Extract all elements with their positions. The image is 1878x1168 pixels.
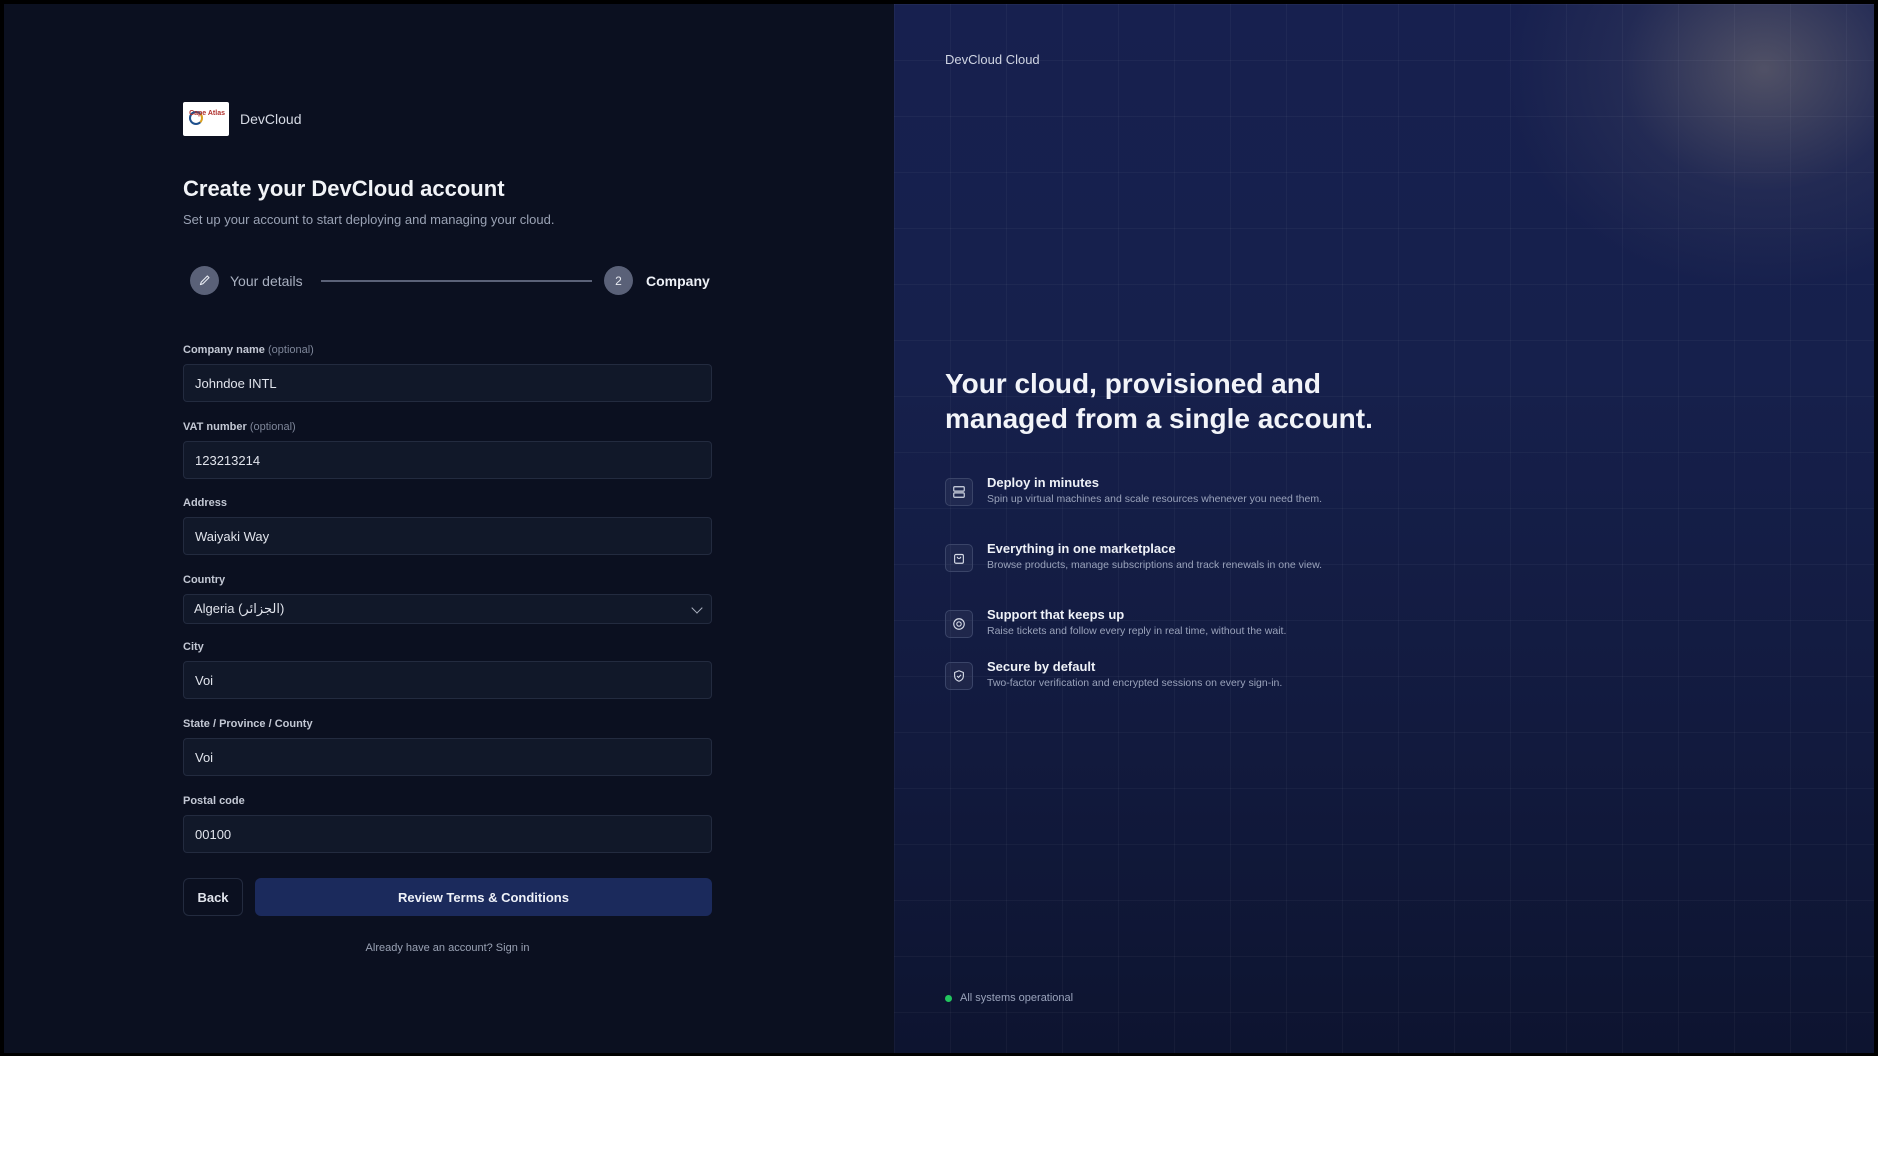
feature-title: Support that keeps up [987, 607, 1125, 622]
address-label: Address [183, 497, 228, 509]
review-terms-button[interactable]: Review Terms & Conditions [255, 878, 712, 916]
feature-item: Support that keeps up Raise tickets and … [945, 607, 1365, 644]
state-input[interactable] [183, 738, 712, 776]
vat-number-input[interactable] [183, 441, 712, 479]
stepper: Your details 2 Company [190, 266, 710, 296]
page-subtitle: Set up your account to start deploying a… [183, 212, 555, 227]
feature-item: Secure by default Two-factor verificatio… [945, 659, 1365, 696]
shield-check-icon [945, 662, 973, 690]
feature-item: Everything in one marketplace Browse pro… [945, 541, 1365, 588]
feature-title: Deploy in minutes [987, 475, 1099, 490]
feature-description: Spin up virtual machines and scale resou… [987, 493, 1323, 505]
optional-tag: (optional) [249, 421, 296, 433]
company-name-input[interactable] [183, 364, 712, 402]
city-input[interactable] [183, 661, 712, 699]
system-status: All systems operational [945, 992, 1073, 1004]
country-select[interactable]: Algeria (الجزائر) [183, 594, 712, 624]
postal-code-input[interactable] [183, 815, 712, 853]
step-1-indicator[interactable] [190, 266, 219, 295]
country-select-value: Algeria (الجزائر) [194, 601, 285, 616]
status-text: All systems operational [960, 992, 1074, 1004]
hero-headline: Your cloud, provisioned and managed from… [945, 368, 1373, 434]
brand: Cape Atlas DevCloud [183, 102, 301, 136]
logo-text: Cape Atlas [189, 110, 225, 117]
server-icon [945, 478, 973, 506]
company-name-label-text: Company name [183, 344, 265, 356]
company-logo: Cape Atlas [183, 102, 229, 136]
shopping-bag-icon [945, 544, 973, 572]
city-label: City [183, 641, 204, 653]
chevron-down-icon [691, 602, 703, 614]
page-title: Create your DevCloud account [183, 176, 505, 201]
vat-number-label: VAT number (optional) [183, 421, 296, 433]
step-2-indicator: 2 [604, 266, 633, 295]
back-button[interactable]: Back [183, 878, 243, 916]
feature-description: Two-factor verification and encrypted se… [987, 677, 1283, 689]
feature-title: Secure by default [987, 659, 1096, 674]
country-label: Country [183, 574, 226, 586]
brand-name: DevCloud [240, 111, 302, 127]
address-input[interactable] [183, 517, 712, 555]
postal-code-label: Postal code [183, 795, 245, 807]
marketing-panel: DevCloud Cloud Your cloud, provisioned a… [894, 4, 1874, 1053]
background-grid [894, 4, 1874, 1053]
panel-brand: DevCloud Cloud [945, 52, 1040, 67]
lifebuoy-icon [945, 610, 973, 638]
vat-number-label-text: VAT number [183, 421, 247, 433]
company-name-label: Company name (optional) [183, 344, 314, 356]
step-2-label: Company [646, 273, 710, 289]
optional-tag: (optional) [267, 344, 314, 356]
feature-item: Deploy in minutes Spin up virtual machin… [945, 475, 1365, 522]
signup-panel: Cape Atlas DevCloud Create your DevCloud… [4, 4, 894, 1053]
status-dot-icon [945, 994, 952, 1002]
pencil-icon [199, 275, 210, 286]
step-connector [321, 280, 592, 282]
state-label: State / Province / County [183, 718, 313, 730]
feature-description: Raise tickets and follow every reply in … [987, 625, 1287, 637]
signin-link[interactable]: Already have an account? Sign in [183, 942, 712, 954]
step-1-label[interactable]: Your details [230, 273, 303, 289]
app-window: Cape Atlas DevCloud Create your DevCloud… [0, 0, 1878, 1056]
feature-description: Browse products, manage subscriptions an… [987, 559, 1323, 571]
feature-title: Everything in one marketplace [987, 541, 1176, 556]
